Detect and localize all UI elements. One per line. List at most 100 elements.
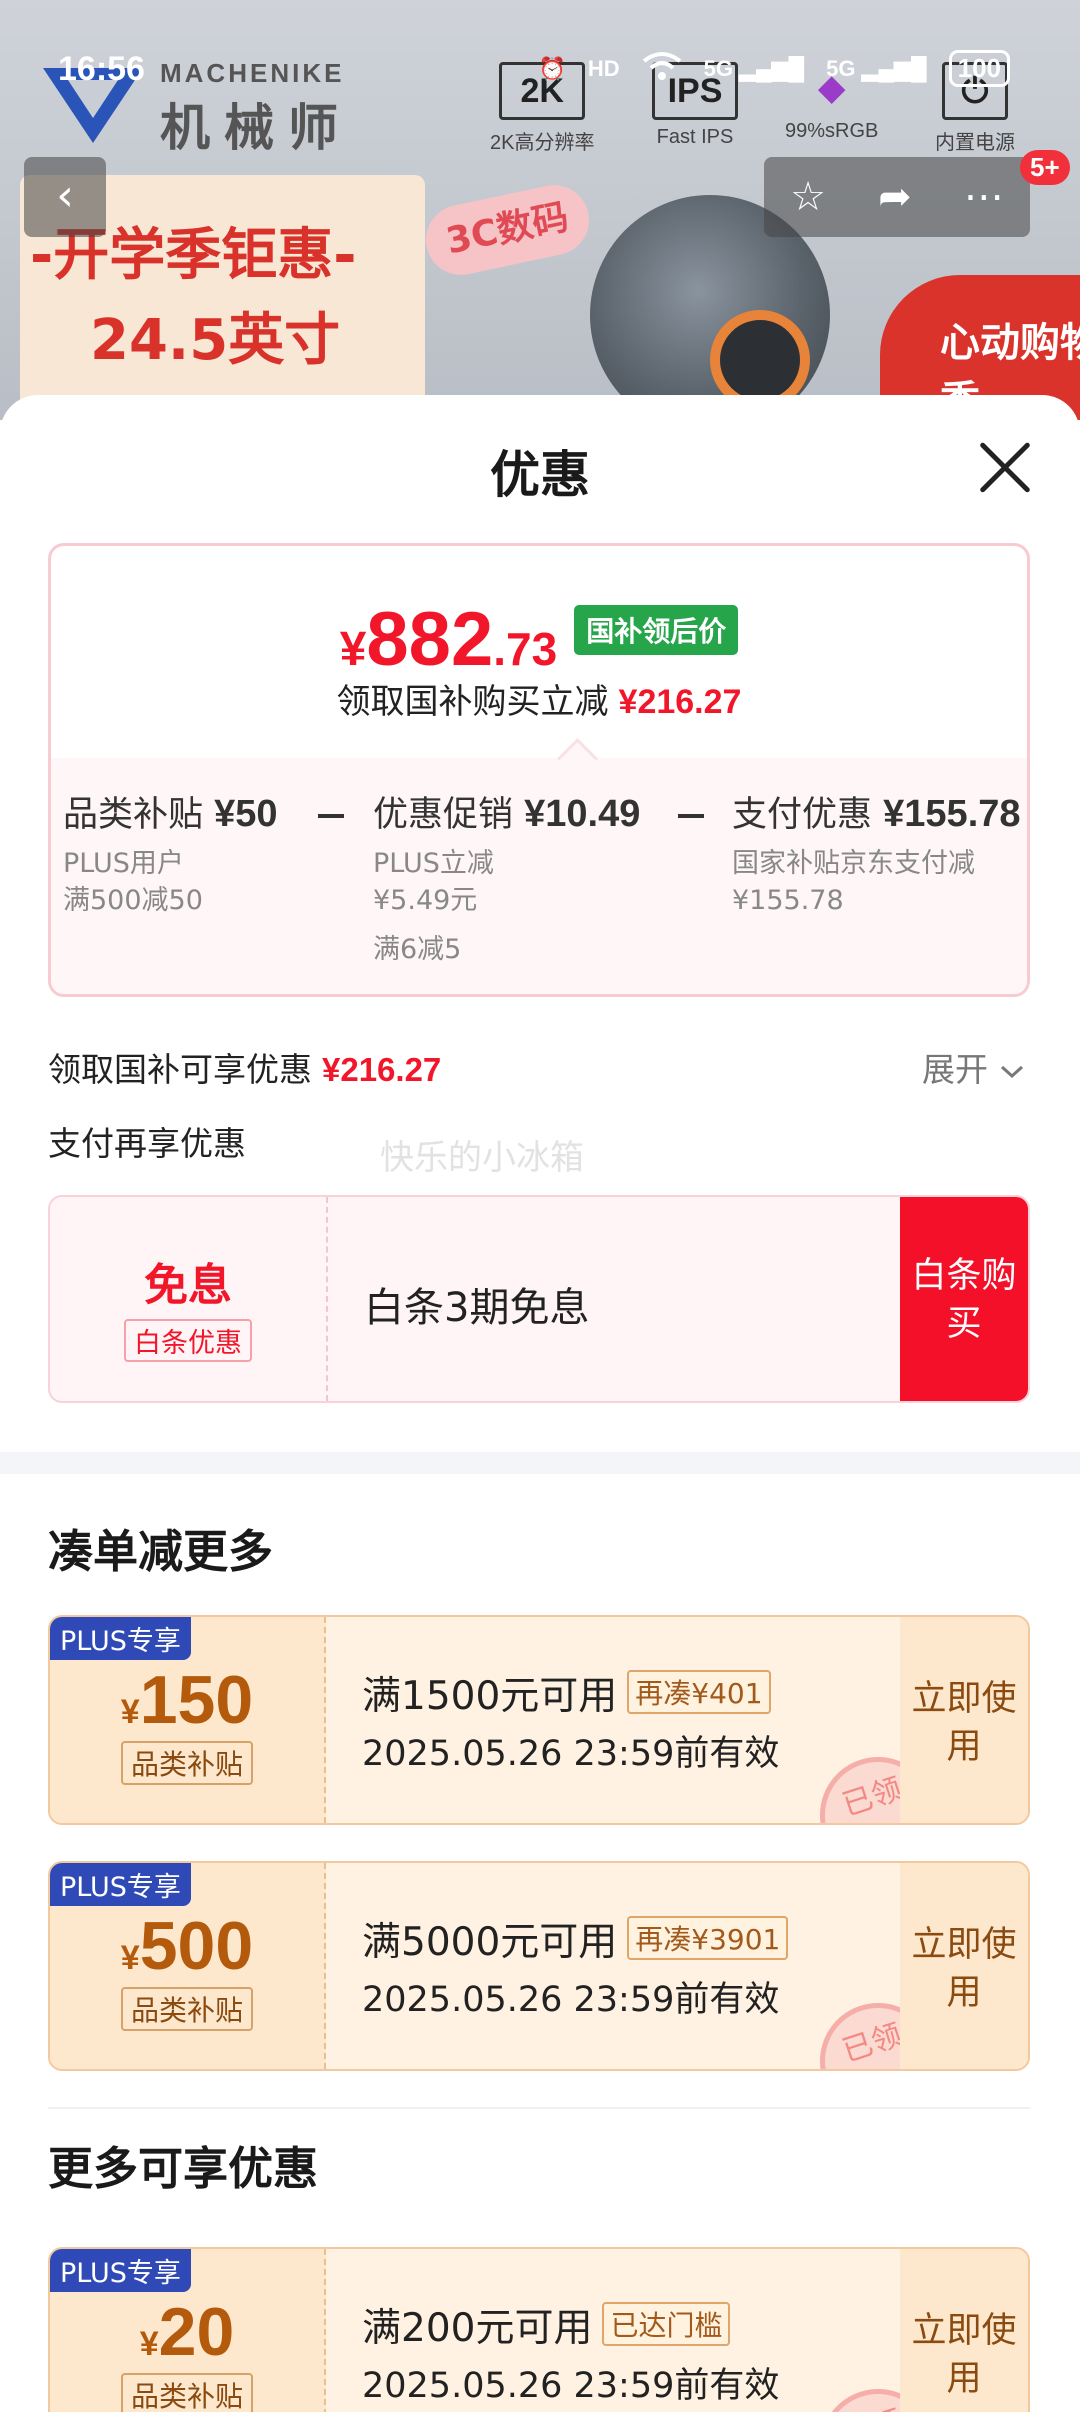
claim-subsidy-amount: ¥216.27 [322,1051,442,1088]
breakdown-title: 支付优惠 [732,795,873,835]
breakdown-line: PLUS立减 [373,848,494,879]
coupon-currency: ¥ [120,1939,140,1977]
coupon-condition: 满5000元可用 再凑¥3901 [362,1911,789,1967]
coupon-use-button[interactable]: 立即使用 [900,2249,1028,2412]
price-decimal: .73 [493,623,558,675]
sheet-title: 优惠 [490,446,590,504]
share-icon[interactable]: ➦ [878,174,912,220]
coupon-card[interactable]: ¥20 品类补贴 PLUS专享 满200元可用 已达门槛 2025.05.26 2… [48,2247,1030,2412]
wifi-icon [642,51,682,87]
breakdown-payment: 支付优惠 ¥155.78 国家补贴京东支付减 ¥155.78 [732,786,1021,919]
coupon-condition-text: 满5000元可用 [362,1920,618,1965]
plus-exclusive-badge: PLUS专享 [50,1617,191,1660]
coupon-amount: 20 [158,2294,235,2370]
baitiao-offer-card[interactable]: 免息 白条优惠 白条3期免息 白条购买 [48,1195,1030,1403]
coupon-category: 品类补贴 [120,2373,253,2412]
coupon-use-button[interactable]: 立即使用 [900,1863,1028,2069]
subsidy-summary: 领取国补购买立减 ¥216.27 [51,674,1027,723]
price-integer: 882 [366,597,494,682]
coupon-card[interactable]: ¥500 品类补贴 PLUS专享 满5000元可用 再凑¥3901 2025.05… [48,1861,1030,2071]
coupon-value: ¥20 [50,2293,324,2371]
category-tag: 3C数码 [419,178,596,282]
feature-label: 2K高分辨率 [490,132,595,154]
back-button[interactable]: ‹ [24,157,106,237]
watermark: 快乐的小冰箱 [380,1138,584,1178]
breakdown-line: PLUS用户 [63,848,184,879]
status-time: 16:56 [58,50,145,88]
brand-name-cn: 机械师 [160,99,352,157]
signal-5g-icon: 5G ▂▄▆█ [826,55,927,81]
coupon-value: ¥500 [50,1907,324,1985]
pay-more-label: 支付再享优惠 [48,1124,246,1163]
coupon-extra-tag: 再凑¥3901 [627,1916,789,1960]
coupon-condition-text: 满1500元可用 [362,1674,618,1719]
breakdown-line: ¥5.49元 [373,885,478,916]
coupon-value: ¥150 [50,1661,324,1739]
baitiao-description: 白条3期免息 [364,1285,590,1331]
coupon-condition: 满200元可用 已达门槛 [362,2297,731,2353]
close-icon[interactable] [975,437,1035,497]
coupon-category: 品类补贴 [120,1987,253,2031]
plus-exclusive-badge: PLUS专享 [50,1863,191,1906]
breakdown-promotion: 优惠促销 ¥10.49 PLUS立减 ¥5.49元 满6减5 [373,786,640,968]
section-divider [48,2107,1030,2109]
breakdown-amount: ¥10.49 [524,793,641,835]
coupon-condition-text: 满200元可用 [362,2306,593,2351]
breakdown-line: 满500减50 [63,885,203,916]
minus-icon [318,814,344,818]
chevron-left-icon: ‹ [56,170,74,221]
battery-icon: 100 [948,50,1010,87]
hd-icon: HD [587,55,620,81]
breakdown-category-subsidy: 品类补贴 ¥50 PLUS用户 满500减50 [63,786,278,919]
top-action-group: ☆ ➦ ⋯ [764,157,1030,237]
section-title-more-available: 更多可享优惠 [48,2142,319,2195]
promo-size: 24.5英寸 [90,308,341,373]
section-title-more-discount: 凑单减更多 [48,1525,274,1578]
interest-free-label: 免息 [144,1260,232,1311]
breakdown-line: 满6减5 [373,934,462,965]
coupon-amount: 150 [139,1662,254,1738]
feature-label: 内置电源 [935,132,1015,154]
alarm-icon: ⏰ [538,55,566,81]
coupon-extra-tag: 已达门槛 [602,2302,731,2346]
final-price: ¥882.73 国补领后价 [51,596,1027,683]
subsidy-summary-label: 领取国补购买立减 [336,682,609,722]
subsidy-summary-amount: ¥216.27 [618,683,742,721]
price-currency: ¥ [339,623,367,676]
subsidy-price-tag: 国补领后价 [574,605,739,655]
feature-label: Fast IPS [656,126,734,148]
more-menu-icon[interactable]: ⋯ [964,174,1004,220]
signal-5g-icon: 5G ▂▄▆█ [703,55,805,81]
claim-subsidy-label: 领取国补可享优惠 [48,1050,312,1089]
coupon-currency: ¥ [139,2325,159,2363]
breakdown-line: ¥155.78 [732,885,844,916]
coupon-use-button[interactable]: 立即使用 [900,1617,1028,1823]
feature-label: 99%sRGB [785,120,879,142]
coupon-category: 品类补贴 [120,1741,253,1785]
signal-5g-label: 5G [703,55,733,81]
coupon-card[interactable]: ¥150 品类补贴 PLUS专享 满1500元可用 再凑¥401 2025.05.… [48,1615,1030,1825]
baitiao-badge: 免息 白条优惠 [50,1197,328,1401]
baitiao-tag: 白条优惠 [124,1319,252,1362]
chevron-down-icon [1000,1065,1023,1079]
message-badge: 5+ [1020,150,1070,185]
coupon-extra-tag: 再凑¥401 [627,1670,771,1714]
baitiao-buy-button[interactable]: 白条购买 [900,1197,1028,1401]
favorite-star-icon[interactable]: ☆ [790,174,826,220]
expand-button[interactable]: 展开 [922,1043,1025,1091]
breakdown-title: 优惠促销 [373,795,514,835]
breakdown-line: 国家补贴京东支付减 [732,848,975,879]
price-card: ¥882.73 国补领后价 领取国补购买立减 ¥216.27 品类补贴 ¥50 P… [48,543,1030,997]
breakdown-title: 品类补贴 [63,795,204,835]
coupon-validity: 2025.05.26 23:59前有效 [362,1734,780,1774]
breakdown-amount: ¥155.78 [883,793,1021,835]
expand-label: 展开 [922,1050,988,1089]
claim-subsidy-row: 领取国补可享优惠 ¥216.27 [48,1043,441,1091]
coupon-currency: ¥ [120,1693,140,1731]
section-separator [0,1452,1080,1474]
status-icons: ⏰ HD 5G ▂▄▆█ 5G ▂▄▆█ 100 [538,50,1010,87]
discount-sheet: 优惠 ¥882.73 国补领后价 领取国补购买立减 ¥216.27 品类补贴 ¥5… [0,395,1080,2412]
status-bar: 16:56 ⏰ HD 5G ▂▄▆█ 5G ▂▄▆█ 100 [0,50,1080,90]
signal-5g-label: 5G [826,55,856,81]
breakdown-amount: ¥50 [214,793,278,835]
